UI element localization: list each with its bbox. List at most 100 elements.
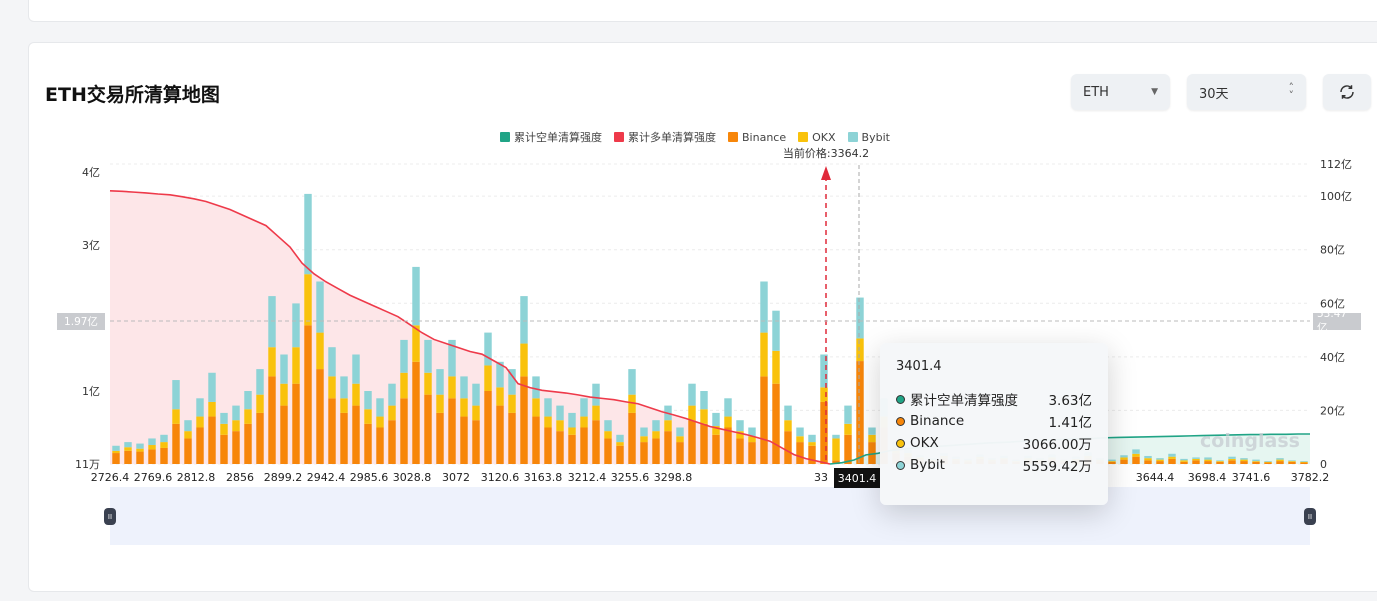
bar-bybit xyxy=(604,420,612,432)
dot-icon xyxy=(896,460,905,470)
bar-bybit xyxy=(736,420,744,432)
x-axis-tick: 33 xyxy=(814,471,828,484)
bar-binance xyxy=(640,442,648,464)
bar-okx xyxy=(1240,459,1248,462)
bar-okx xyxy=(1288,461,1296,462)
datazoom-slider[interactable] xyxy=(110,487,1310,545)
bar-binance xyxy=(616,445,624,464)
bar-binance xyxy=(1132,456,1140,464)
chart-tooltip: 3401.4 累计空单清算强度 3.63亿 Binance 1.41亿 OKX 306… xyxy=(880,343,1108,505)
bar-binance xyxy=(1180,461,1188,464)
bar-okx xyxy=(424,372,432,395)
bar-okx xyxy=(1264,461,1272,463)
tooltip-series-value: 3.63亿 xyxy=(1048,393,1092,409)
slider-handle-right[interactable]: II xyxy=(1304,508,1316,525)
bar-binance xyxy=(424,394,432,464)
liquidation-chart[interactable]: 020亿40亿60亿80亿100亿112亿11万1亿3亿4亿2726.4 2769… xyxy=(0,0,1377,601)
bar-okx xyxy=(196,416,204,428)
bar-okx xyxy=(568,427,576,435)
bar-binance xyxy=(664,431,672,464)
bar-okx xyxy=(304,274,312,326)
bar-okx xyxy=(640,436,648,443)
bar-binance xyxy=(1144,460,1152,464)
bar-binance xyxy=(364,423,372,464)
current-price-label: 当前价格:3364.2 xyxy=(783,146,869,160)
bar-binance xyxy=(856,361,864,464)
bar-bybit xyxy=(256,369,264,395)
bar-okx xyxy=(340,398,348,413)
bar-binance xyxy=(676,442,684,464)
dot-icon xyxy=(896,394,905,404)
bar-binance xyxy=(292,383,300,464)
slider-handle-left[interactable]: II xyxy=(104,508,116,525)
bar-okx xyxy=(484,365,492,391)
bar-binance xyxy=(1156,461,1164,464)
bar-bybit xyxy=(472,383,480,406)
dot-icon xyxy=(896,438,905,448)
bar-bybit xyxy=(712,412,720,427)
bar-binance xyxy=(136,451,144,464)
bar-binance xyxy=(1240,461,1248,464)
tooltip-row-okx: OKX 3066.00万 xyxy=(896,432,1092,454)
right-axis-tick: 80亿 xyxy=(1320,244,1345,257)
bar-binance xyxy=(628,412,636,464)
current-price-arrow-icon xyxy=(821,166,831,180)
bar-bybit xyxy=(304,193,312,275)
bar-binance xyxy=(712,434,720,464)
bar-bybit xyxy=(652,420,660,432)
bar-binance xyxy=(592,420,600,464)
x-axis-tick: 3782.2 xyxy=(1291,471,1330,484)
bar-bybit xyxy=(676,427,684,437)
bar-okx xyxy=(244,409,252,424)
bar-bybit xyxy=(1216,460,1224,462)
bar-okx xyxy=(1192,458,1200,461)
bar-binance xyxy=(1276,461,1284,464)
bar-okx xyxy=(724,416,732,428)
bar-bybit xyxy=(1276,458,1284,460)
left-axis-tick: 4亿 xyxy=(82,166,100,179)
bar-bybit xyxy=(376,398,384,417)
bar-bybit xyxy=(148,438,156,446)
bar-bybit xyxy=(688,383,696,406)
bar-binance xyxy=(1216,461,1224,464)
bar-bybit xyxy=(856,297,864,339)
bar-bybit xyxy=(568,412,576,428)
bar-bybit xyxy=(196,398,204,417)
bar-okx xyxy=(376,416,384,428)
bar-okx xyxy=(856,338,864,362)
x-axis-tick: 3255.6 xyxy=(611,471,650,484)
right-axis-tick: 20亿 xyxy=(1320,404,1345,417)
bar-bybit xyxy=(616,434,624,443)
bar-bybit xyxy=(832,434,840,439)
bar-bybit xyxy=(592,383,600,406)
bar-okx xyxy=(136,448,144,452)
bar-bybit xyxy=(1192,457,1200,459)
bar-okx xyxy=(1120,457,1128,460)
bar-binance xyxy=(436,412,444,464)
bar-binance xyxy=(340,412,348,464)
bar-binance xyxy=(256,412,264,464)
tooltip-title: 3401.4 xyxy=(896,359,942,374)
bar-bybit xyxy=(784,405,792,421)
bar-okx xyxy=(292,347,300,384)
bar-okx xyxy=(1156,459,1164,462)
bar-binance xyxy=(376,427,384,464)
bar-binance xyxy=(1288,461,1296,464)
bar-okx xyxy=(232,420,240,432)
bar-binance xyxy=(448,398,456,464)
bar-binance xyxy=(760,376,768,464)
bar-okx xyxy=(676,436,684,443)
bar-binance xyxy=(796,442,804,464)
bar-bybit xyxy=(1156,458,1164,460)
bar-binance xyxy=(220,434,228,464)
bar-okx xyxy=(652,431,660,439)
bar-okx xyxy=(1144,458,1152,461)
bar-okx xyxy=(760,332,768,377)
bar-bybit xyxy=(1120,455,1128,458)
bar-binance xyxy=(784,431,792,464)
x-axis-tick: 3644.4 xyxy=(1136,471,1175,484)
x-axis-tick: 2812.8 xyxy=(177,471,216,484)
bar-bybit xyxy=(460,376,468,399)
bar-binance xyxy=(1204,461,1212,464)
tooltip-row-bybit: Bybit 5559.42万 xyxy=(896,454,1092,476)
